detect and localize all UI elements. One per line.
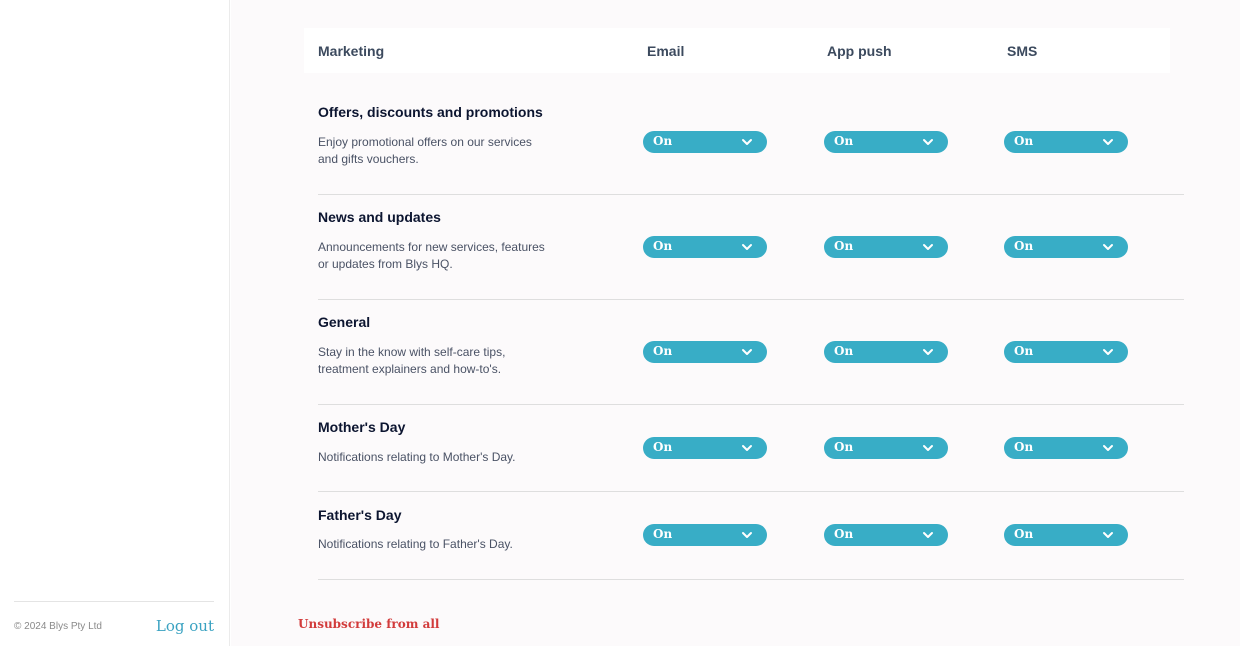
row-title: General bbox=[318, 314, 371, 330]
select-value: On bbox=[834, 527, 854, 541]
preference-row-news: News and updates Announcements for new s… bbox=[318, 195, 1184, 300]
chevron-down-icon bbox=[923, 445, 933, 451]
table-header: Marketing Email App push SMS bbox=[304, 28, 1170, 73]
chevron-down-icon bbox=[1103, 349, 1113, 355]
chevron-down-icon bbox=[923, 139, 933, 145]
column-header-app-push: App push bbox=[827, 43, 892, 59]
select-value: On bbox=[834, 440, 854, 454]
chevron-down-icon bbox=[1103, 244, 1113, 250]
preference-row-fathers-day: Father's Day Notifications relating to F… bbox=[318, 492, 1184, 580]
chevron-down-icon bbox=[742, 445, 752, 451]
select-value: On bbox=[834, 239, 854, 253]
chevron-down-icon bbox=[1103, 532, 1113, 538]
row-description-line: and gifts vouchers. bbox=[318, 152, 419, 166]
sidebar: © 2024 Blys Pty Ltd Log out bbox=[0, 0, 230, 646]
app-push-select[interactable]: On bbox=[824, 437, 948, 459]
email-select[interactable]: On bbox=[643, 437, 767, 459]
chevron-down-icon bbox=[1103, 139, 1113, 145]
column-header-sms: SMS bbox=[1007, 43, 1038, 59]
column-header-email: Email bbox=[647, 43, 685, 59]
row-description: Announcements for new services, features… bbox=[318, 239, 558, 273]
row-description-line: Notifications relating to Father's Day. bbox=[318, 537, 513, 551]
row-title: News and updates bbox=[318, 209, 441, 225]
row-description-line: Announcements for new services, features bbox=[318, 240, 545, 254]
app-push-select[interactable]: On bbox=[824, 131, 948, 153]
app-push-select[interactable]: On bbox=[824, 236, 948, 258]
app-push-select[interactable]: On bbox=[824, 341, 948, 363]
logout-link[interactable]: Log out bbox=[156, 617, 214, 635]
email-select[interactable]: On bbox=[643, 524, 767, 546]
unsubscribe-all-link[interactable]: Unsubscribe from all bbox=[298, 617, 439, 631]
email-select[interactable]: On bbox=[643, 341, 767, 363]
select-value: On bbox=[834, 134, 854, 148]
row-description: Notifications relating to Mother's Day. bbox=[318, 449, 558, 466]
row-description-line: or updates from Blys HQ. bbox=[318, 257, 453, 271]
row-description: Enjoy promotional offers on our services… bbox=[318, 134, 558, 168]
copyright-text: © 2024 Blys Pty Ltd bbox=[14, 621, 102, 632]
preference-row-mothers-day: Mother's Day Notifications relating to M… bbox=[318, 405, 1184, 492]
chevron-down-icon bbox=[742, 349, 752, 355]
sms-select[interactable]: On bbox=[1004, 437, 1128, 459]
select-value: On bbox=[834, 344, 854, 358]
row-description: Stay in the know with self-care tips, tr… bbox=[318, 344, 558, 378]
row-title: Mother's Day bbox=[318, 419, 406, 435]
sidebar-footer: © 2024 Blys Pty Ltd Log out bbox=[14, 601, 214, 646]
main-content: Marketing Email App push SMS Offers, dis… bbox=[231, 0, 1240, 646]
email-select[interactable]: On bbox=[643, 131, 767, 153]
row-description-line: Notifications relating to Mother's Day. bbox=[318, 450, 516, 464]
sms-select[interactable]: On bbox=[1004, 341, 1128, 363]
row-description-line: Stay in the know with self-care tips, bbox=[318, 345, 506, 359]
chevron-down-icon bbox=[923, 244, 933, 250]
row-description: Notifications relating to Father's Day. bbox=[318, 536, 558, 553]
select-value: On bbox=[653, 527, 673, 541]
row-title: Father's Day bbox=[318, 507, 402, 523]
sms-select[interactable]: On bbox=[1004, 236, 1128, 258]
preference-row-general: General Stay in the know with self-care … bbox=[318, 300, 1184, 405]
chevron-down-icon bbox=[923, 349, 933, 355]
app-push-select[interactable]: On bbox=[824, 524, 948, 546]
select-value: On bbox=[653, 134, 673, 148]
column-header-marketing: Marketing bbox=[318, 43, 385, 59]
chevron-down-icon bbox=[742, 532, 752, 538]
select-value: On bbox=[653, 440, 673, 454]
sms-select[interactable]: On bbox=[1004, 131, 1128, 153]
preference-row-offers: Offers, discounts and promotions Enjoy p… bbox=[318, 89, 1184, 195]
select-value: On bbox=[1014, 440, 1034, 454]
chevron-down-icon bbox=[923, 532, 933, 538]
select-value: On bbox=[653, 239, 673, 253]
email-select[interactable]: On bbox=[643, 236, 767, 258]
select-value: On bbox=[1014, 134, 1034, 148]
row-description-line: treatment explainers and how-to's. bbox=[318, 362, 502, 376]
select-value: On bbox=[653, 344, 673, 358]
row-title: Offers, discounts and promotions bbox=[318, 104, 543, 120]
sms-select[interactable]: On bbox=[1004, 524, 1128, 546]
chevron-down-icon bbox=[1103, 445, 1113, 451]
select-value: On bbox=[1014, 527, 1034, 541]
chevron-down-icon bbox=[742, 244, 752, 250]
row-description-line: Enjoy promotional offers on our services bbox=[318, 135, 532, 149]
chevron-down-icon bbox=[742, 139, 752, 145]
select-value: On bbox=[1014, 344, 1034, 358]
select-value: On bbox=[1014, 239, 1034, 253]
